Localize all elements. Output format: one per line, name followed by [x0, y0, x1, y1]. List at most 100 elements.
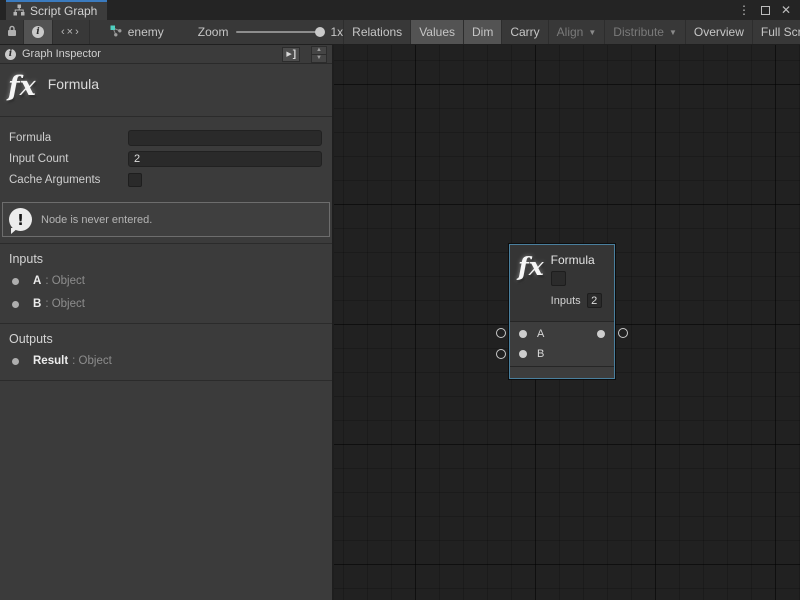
formula-field-row: Formula — [9, 127, 322, 148]
inspector-header: i Graph Inspector ▶] ▲ ▼ — [0, 45, 332, 64]
inspect-toggle-button[interactable]: i — [24, 20, 53, 44]
external-connector-a[interactable] — [496, 328, 506, 338]
lock-icon — [7, 25, 17, 40]
main-area: i Graph Inspector ▶] ▲ ▼ fx Formula Form… — [0, 45, 800, 600]
warning-text: Node is never entered. — [41, 214, 152, 226]
full-screen-button[interactable]: Full Screen — [752, 20, 800, 44]
graph-hierarchy-icon — [13, 4, 25, 19]
spin-down-icon[interactable]: ▼ — [311, 55, 327, 63]
formula-node-expression-input[interactable] — [551, 271, 566, 286]
close-icon[interactable]: ✕ — [781, 3, 791, 17]
port-type: : Object — [45, 275, 85, 287]
panel-empty-space — [0, 381, 332, 600]
outputs-section: Outputs Result : Object — [0, 323, 332, 380]
output-port-row-result: Result : Object — [12, 355, 322, 367]
zoom-slider[interactable] — [236, 31, 322, 33]
port-row-a: A — [510, 324, 614, 344]
port-type: : Object — [45, 298, 85, 310]
relations-label: Relations — [352, 25, 402, 39]
warning-box: ! Node is never entered. — [2, 202, 330, 237]
port-name: Result — [33, 355, 68, 367]
lock-button[interactable] — [0, 20, 24, 44]
formula-node-inputs-row: Inputs 2 — [551, 293, 602, 308]
maximize-icon[interactable] — [761, 6, 770, 15]
align-label: Align — [557, 25, 584, 39]
formula-fx-icon: fx — [518, 253, 544, 321]
input-count-field-label: Input Count — [9, 153, 128, 165]
input-port-a[interactable] — [519, 330, 527, 338]
port-bullet-icon — [12, 358, 19, 365]
formula-node-footer — [510, 366, 614, 378]
input-port-b[interactable] — [519, 350, 527, 358]
carry-label: Carry — [510, 25, 539, 39]
zoom-value: 1x — [330, 25, 343, 39]
distribute-label: Distribute — [613, 25, 664, 39]
values-label: Values — [419, 25, 455, 39]
formula-input[interactable] — [128, 130, 322, 146]
align-dropdown-button[interactable]: Align ▼ — [548, 20, 605, 44]
zoom-control: Zoom 1x — [198, 20, 343, 44]
values-button[interactable]: Values — [410, 20, 463, 44]
distribute-dropdown-button[interactable]: Distribute ▼ — [604, 20, 685, 44]
breadcrumb-label: enemy — [128, 25, 164, 39]
formula-node-title: Formula — [551, 253, 602, 267]
port-name: B — [33, 298, 41, 310]
formula-node-inputs-label: Inputs — [551, 295, 581, 307]
carry-button[interactable]: Carry — [501, 20, 547, 44]
overview-button[interactable]: Overview — [685, 20, 752, 44]
port-bullet-icon — [12, 278, 19, 285]
code-icon: ‹×› — [61, 26, 81, 38]
dim-button[interactable]: Dim — [463, 20, 501, 44]
port-name: A — [33, 275, 41, 287]
unit-header: fx Formula — [0, 64, 332, 117]
chevron-down-icon: ▼ — [669, 28, 677, 37]
zoom-slider-handle[interactable] — [315, 27, 325, 37]
dock-panel-button[interactable]: ▶] — [282, 47, 300, 62]
formula-fx-icon: fx — [8, 73, 36, 100]
graph-canvas[interactable]: fx Formula Inputs 2 A — [334, 45, 800, 600]
panel-scroll-spinner: ▲ ▼ — [311, 46, 327, 63]
formula-node[interactable]: fx Formula Inputs 2 A — [509, 244, 615, 379]
formula-field-label: Formula — [9, 132, 128, 144]
port-type: : Object — [72, 355, 112, 367]
spin-up-icon[interactable]: ▲ — [311, 46, 327, 55]
output-port-result[interactable] — [597, 330, 605, 338]
port-row-b: B — [510, 344, 614, 364]
tab-script-graph[interactable]: Script Graph — [6, 0, 107, 20]
external-connector-b[interactable] — [496, 349, 506, 359]
formula-node-header-fields: Formula Inputs 2 — [551, 253, 602, 321]
code-view-button[interactable]: ‹×› — [53, 20, 90, 44]
input-port-row-b: B : Object — [12, 298, 322, 310]
title-bar: Script Graph ⋮ ✕ — [0, 0, 800, 20]
input-port-row-a: A : Object — [12, 275, 322, 287]
cache-arguments-field-label: Cache Arguments — [9, 174, 128, 186]
graph-toolbar: i ‹×› enemy Zoom 1x Relations Values Dim… — [0, 20, 800, 45]
outputs-section-title: Outputs — [9, 332, 322, 346]
breadcrumb[interactable]: enemy — [100, 20, 174, 44]
dock-icon-bracket: ] — [293, 49, 296, 60]
inputs-section: Inputs A : Object B : Object — [0, 243, 332, 323]
port-bullet-icon — [12, 301, 19, 308]
unit-settings: Formula Input Count Cache Arguments — [0, 117, 332, 192]
tab-label: Script Graph — [30, 4, 97, 18]
input-count-input[interactable] — [128, 151, 322, 167]
full-screen-label: Full Screen — [761, 25, 800, 39]
overview-label: Overview — [694, 25, 744, 39]
unit-title: Formula — [48, 76, 99, 92]
formula-node-inputs-count[interactable]: 2 — [587, 293, 602, 308]
info-icon: i — [32, 26, 44, 38]
cache-arguments-field-row: Cache Arguments — [9, 169, 322, 190]
window-controls: ⋮ ✕ — [738, 0, 800, 20]
window-menu-icon[interactable]: ⋮ — [738, 3, 750, 17]
graph-inspector-panel: i Graph Inspector ▶] ▲ ▼ fx Formula Form… — [0, 45, 334, 600]
script-graph-window: Script Graph ⋮ ✕ i ‹×› enemy Zoom — [0, 0, 800, 600]
inputs-section-title: Inputs — [9, 252, 322, 266]
formula-node-ports: A B — [510, 321, 614, 366]
input-count-field-row: Input Count — [9, 148, 322, 169]
cache-arguments-checkbox[interactable] — [128, 173, 142, 187]
external-connector-result[interactable] — [618, 328, 628, 338]
chevron-down-icon: ▼ — [588, 28, 596, 37]
relations-button[interactable]: Relations — [343, 20, 410, 44]
zoom-label: Zoom — [198, 25, 229, 39]
formula-node-header[interactable]: fx Formula Inputs 2 — [510, 245, 614, 321]
